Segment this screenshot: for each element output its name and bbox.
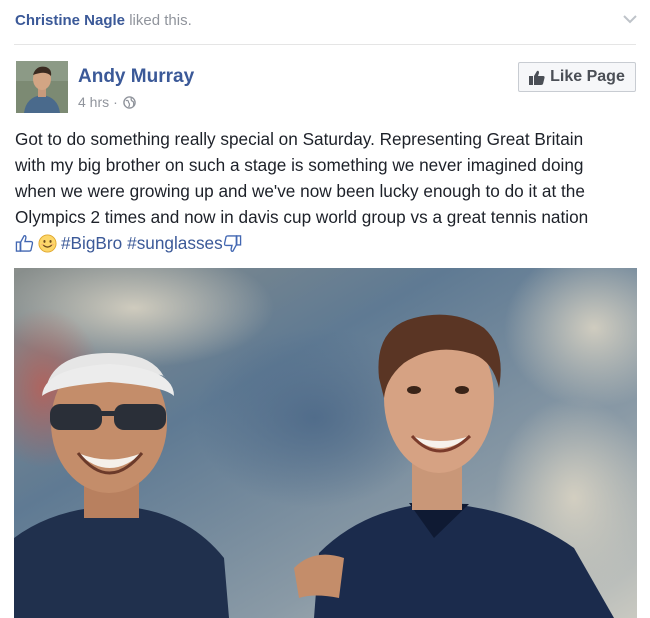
like-page-button[interactable]: Like Page	[518, 62, 636, 92]
post-body: Got to do something really special on Sa…	[15, 126, 640, 256]
thumbs-down-icon	[223, 234, 241, 252]
post-text-line: when we were growing up and we've now be…	[15, 181, 585, 201]
post-timestamp[interactable]: 4 hrs	[78, 93, 109, 111]
avatar[interactable]	[16, 61, 68, 113]
thumbs-up-icon	[529, 70, 545, 85]
activity-line: Christine Nagle liked this.	[15, 11, 192, 31]
hashtag-line: #BigBro #sunglasses	[15, 230, 640, 256]
post-author-link[interactable]: Andy Murray	[78, 66, 194, 88]
divider	[14, 44, 636, 45]
globe-icon[interactable]	[123, 95, 136, 109]
post-photo[interactable]	[14, 268, 637, 618]
post-meta: 4 hrs ·	[78, 93, 136, 111]
hashtag-link[interactable]: #sunglasses	[127, 230, 223, 256]
post-text-line: Olympics 2 times and now in davis cup wo…	[15, 207, 589, 227]
activity-actor-link[interactable]: Christine Nagle	[15, 12, 125, 29]
activity-action-text: liked this.	[129, 12, 192, 29]
post-text-line: Got to do something really special on Sa…	[15, 129, 584, 149]
meta-separator: ·	[113, 94, 118, 110]
hashtag-link[interactable]: #BigBro	[61, 230, 122, 256]
like-page-label: Like Page	[550, 68, 625, 85]
thumbs-up-icon	[15, 234, 34, 252]
post-text-line: with my big brother on such a stage is s…	[15, 155, 584, 175]
smile-icon	[38, 233, 57, 253]
chevron-down-icon[interactable]	[622, 13, 638, 25]
